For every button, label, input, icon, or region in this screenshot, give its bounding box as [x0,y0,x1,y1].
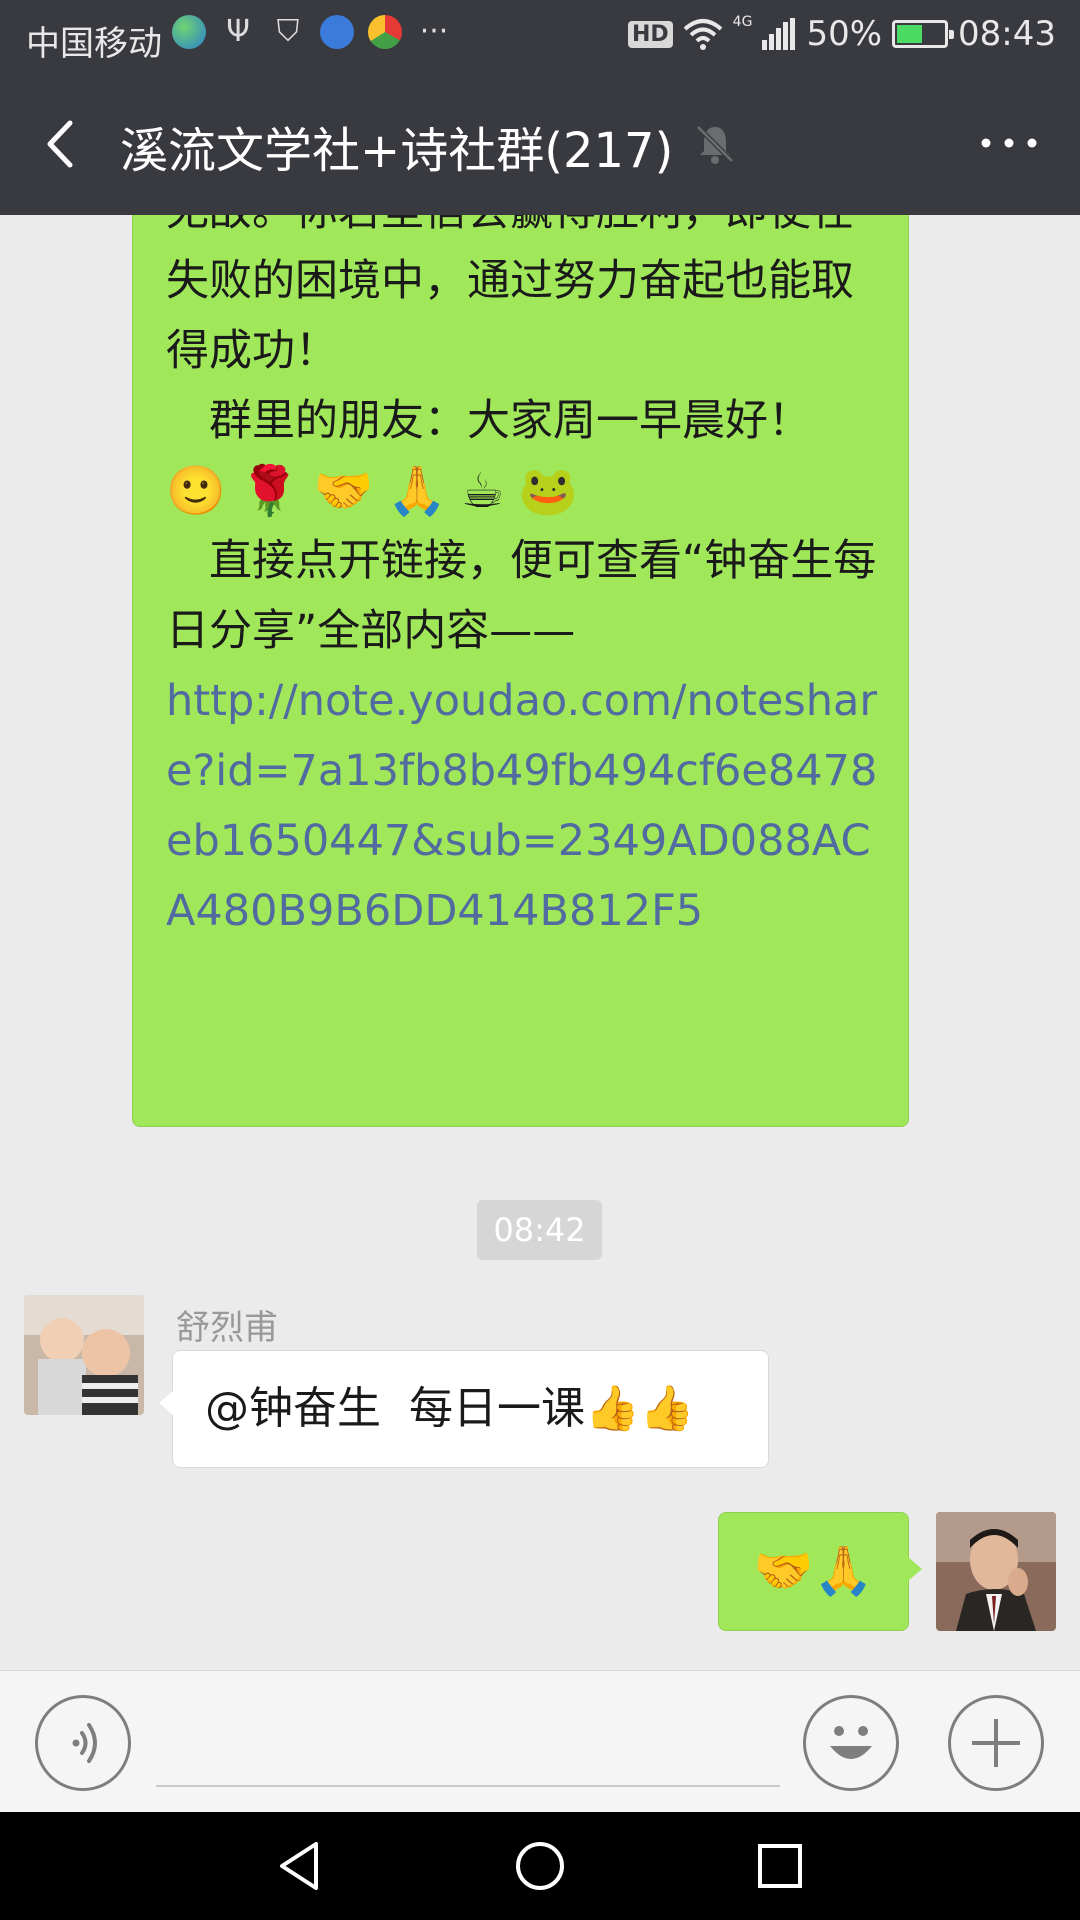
children-photo-avatar [24,1295,144,1415]
smiley-icon [830,1726,872,1759]
smile-emoji-icon: 🙂 [166,463,226,519]
signal-icon [762,18,796,50]
globe-app-icon [172,14,206,49]
avatar-self[interactable] [936,1512,1056,1631]
clock: 08:43 [958,14,1056,54]
carrier-name: 中国移动 [26,24,162,64]
baidu-app-icon [320,14,354,49]
message-list[interactable]: 无敌。你若坚信会赢得胜利，即使在失败的困境中，通过努力奋起也能取得成功！ 群里的… [0,215,1080,1670]
status-bar: 中国移动 Ψ ⛉ ··· HD 4G 50% 08:43 [0,0,1080,75]
browser-app-icon [368,14,402,49]
more-functions-button[interactable] [948,1695,1044,1791]
youdao-note-link[interactable]: http://note.youdao.com/noteshare?id=7a13… [166,666,878,946]
plus-icon [972,1719,1020,1767]
more-dots-icon[interactable] [974,123,1044,163]
green-figure-emoji-icon: 🐸 [518,463,578,519]
battery-percent: 50% [806,14,883,54]
message-text-instruction: 直接点开链接，便可查看“钟奋生每日分享”全部内容—— [166,536,877,656]
message-bubble-outgoing[interactable]: 🤝🙏 [718,1512,922,1631]
hd-badge: HD [627,20,673,48]
network-type: 4G [732,14,753,30]
voice-icon [72,1723,97,1763]
back-arrow-icon[interactable] [30,109,100,179]
battery-icon [892,20,955,48]
wechat-chat-screen: 中国移动 Ψ ⛉ ··· HD 4G 50% 08:43 溪流文学社+诗社群(2… [0,0,1080,1920]
battery-fill [897,25,923,43]
coffee-emoji-icon: ☕ [461,463,505,519]
chat-title: 溪流文学社+诗社群(217) [120,123,674,179]
wifi-icon [683,19,722,50]
message-timestamp: 08:42 [477,1200,602,1260]
chat-header: 溪流文学社+诗社群(217) [0,75,1080,215]
avatar-sender[interactable] [24,1295,144,1415]
pray-emoji-icon: 🙏 [387,463,448,519]
bell-muted-icon [696,125,734,164]
chat-input-bar [0,1670,1080,1812]
sender-name: 舒烈甫 [176,1308,278,1348]
message-bubble-incoming[interactable]: @钟奋生 每日一课👍👍 [159,1350,769,1468]
message-input[interactable] [156,1697,780,1787]
handshake-emoji-icon: 🤝 [313,463,374,519]
more-notifications-icon: ··· [419,14,449,49]
system-navigation-bar [0,1812,1080,1920]
message-text-intro: 无敌。你若坚信会赢得胜利，即使在失败的困境中，通过努力奋起也能取得成功！ [166,215,854,376]
message-text-greeting: 群里的朋友：大家周一早晨好！ [166,396,811,446]
rose-emoji-icon: 🌹 [239,463,300,519]
system-indicators: HD 4G 50% 08:43 [627,14,1056,54]
voice-input-button[interactable] [35,1695,131,1791]
emoji-button[interactable] [803,1695,899,1791]
nav-home-circle-icon[interactable] [504,1830,576,1902]
man-photo-avatar [936,1512,1056,1631]
usb-icon: Ψ [226,14,250,49]
message-bubble-long[interactable]: 无敌。你若坚信会赢得胜利，即使在失败的困境中，通过努力奋起也能取得成功！ 群里的… [132,215,909,1127]
nav-back-triangle-icon[interactable] [264,1830,336,1902]
shield-icon: ⛉ [276,14,300,49]
nav-recent-square-icon[interactable] [744,1830,816,1902]
emoji-row: 🙂 🌹 🤝 🙏 ☕ 🐸 [166,456,878,526]
notification-icons: Ψ ⛉ ··· [172,14,452,49]
